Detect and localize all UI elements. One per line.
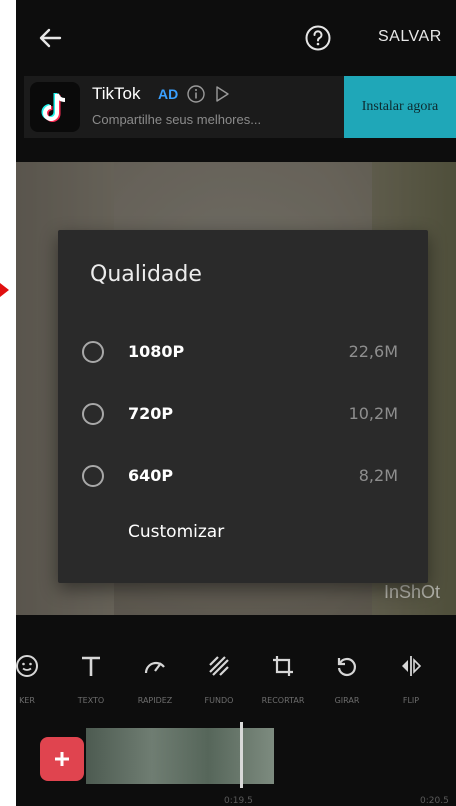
quality-option-720p[interactable]: 720P 10,2M [58,392,428,438]
timeline[interactable]: 0:19.5 0:20.5 [16,722,456,806]
tool-label: FLIP [402,696,420,705]
tool-crop[interactable]: RECORTAR [250,640,316,714]
video-clip[interactable] [86,728,274,784]
back-arrow-icon [39,28,62,48]
install-now-button[interactable]: Instalar agora [344,76,456,138]
back-button[interactable] [34,22,66,54]
customize-option[interactable]: Customizar [128,522,224,542]
background-icon [209,656,229,676]
tool-label: FUNDO [204,696,234,705]
radio-button[interactable] [82,341,104,363]
ad-badge: AD [158,86,179,102]
quality-option-1080p[interactable]: 1080P 22,6M [58,330,428,376]
ad-choices-icon [216,86,229,102]
option-label: 720P [128,404,174,423]
radio-button[interactable] [82,465,104,487]
time-current: 0:19.5 [224,796,253,806]
radio-button[interactable] [82,403,104,425]
option-size: 22,6M [348,342,398,361]
ad-title: TikTok [92,84,141,103]
tool-flip[interactable]: FLIP [378,640,444,714]
option-label: 640P [128,466,174,485]
tiktok-logo-icon [30,82,80,132]
watermark[interactable]: InShOt [384,582,440,603]
ad-choices-button[interactable] [212,84,232,104]
add-clip-button[interactable] [40,737,84,781]
text-icon [82,656,100,676]
plus-icon [55,752,69,766]
playhead[interactable] [240,722,243,788]
help-icon [305,25,331,51]
tool-label: TEXTO [77,696,105,705]
rotate-icon [337,657,357,677]
dialog-title: Qualidade [90,262,202,287]
tool-label: KER [19,696,35,705]
sticker-icon [16,655,38,677]
ad-info-button[interactable] [186,84,206,104]
tool-text[interactable]: TEXTO [58,640,124,714]
ad-banner[interactable]: TikTok AD Compartilhe seus melhores... I… [24,76,456,138]
ad-subtitle: Compartilhe seus melhores... [92,112,262,127]
tool-sticker[interactable]: KER [16,640,60,714]
quality-dialog: Qualidade 1080P 22,6M 720P 10,2M 640P 8,… [58,230,428,583]
top-bar: SALVAR [16,0,456,76]
tool-label: GIRAR [334,696,360,705]
option-size: 10,2M [348,404,398,423]
info-icon [187,85,205,103]
app-screen: SALVAR TikTok AD Compartilhe seus melhor… [16,0,456,806]
flip-icon [402,656,422,676]
option-size: 8,2M [358,466,398,485]
tool-label: RECORTAR [261,696,305,705]
edit-toolbar: KER TEXTO RAPIDEZ FUNDO RECORTAR GIRAR F… [16,640,456,714]
speed-icon [144,661,165,674]
tool-speed[interactable]: RAPIDEZ [122,640,188,714]
help-button[interactable] [304,24,332,52]
crop-icon [273,656,293,676]
red-arrow-marker [0,283,9,297]
tool-background[interactable]: FUNDO [186,640,252,714]
time-total: 0:20.5 [420,796,449,806]
option-label: 1080P [128,342,185,361]
quality-option-640p[interactable]: 640P 8,2M [58,454,428,500]
tool-label: RAPIDEZ [137,696,173,705]
tool-rotate[interactable]: GIRAR [314,640,380,714]
save-button[interactable]: SALVAR [378,28,442,46]
